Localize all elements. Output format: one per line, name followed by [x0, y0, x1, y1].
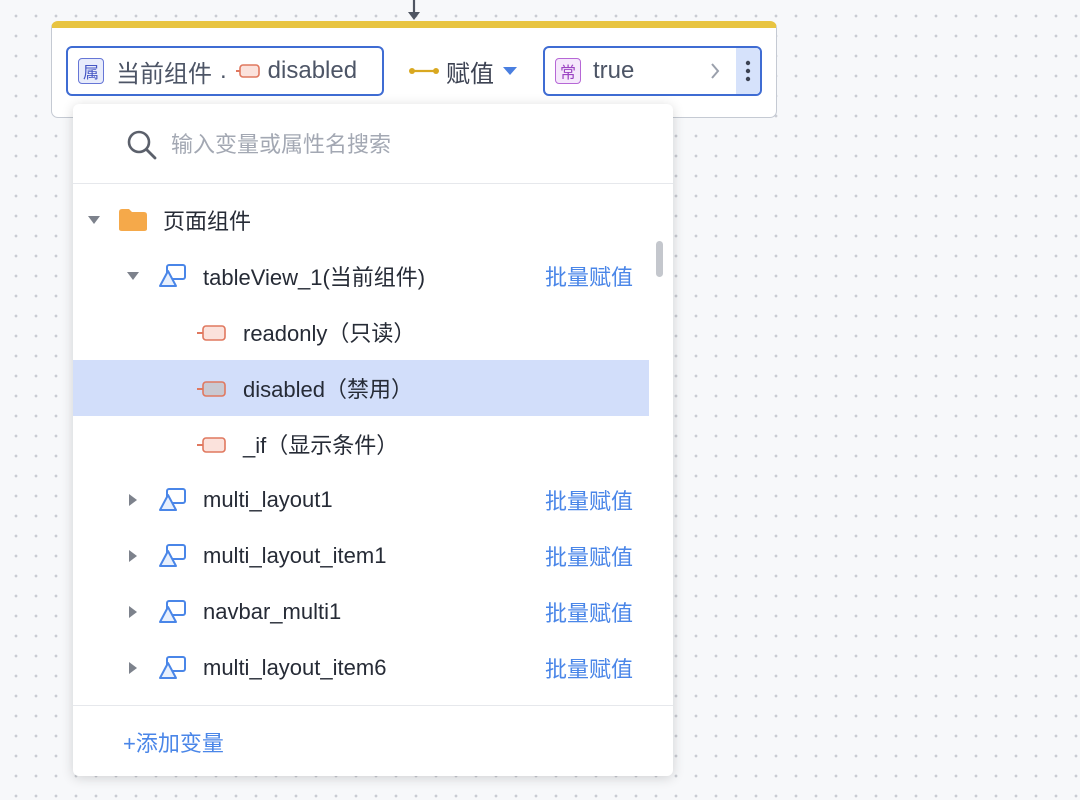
constant-badge: 常 — [555, 58, 581, 84]
add-variable-link[interactable]: +添加变量 — [123, 726, 224, 758]
tree-item-tableview-1[interactable]: tableView_1(当前组件) 批量赋值 — [73, 248, 649, 304]
tree-item-multi-layout-item6[interactable]: multi_layout_item6 批量赋值 — [73, 640, 649, 696]
batch-assign-link[interactable]: 批量赋值 — [545, 484, 633, 516]
property-icon — [197, 381, 226, 397]
tree-group-label: 页面组件 — [163, 209, 252, 234]
attribute-badge: 属 — [78, 58, 104, 84]
search-icon — [127, 130, 157, 160]
component-icon — [159, 600, 186, 623]
tree-item-label: navbar_multi1 — [203, 599, 342, 624]
value-label: true — [593, 57, 635, 84]
variable-tree: 页面组件 tableView_1(当前组件) 批量赋值 readonly（只读） — [73, 192, 649, 702]
property-separator: . — [220, 57, 227, 84]
tree-item-multi-layout1[interactable]: multi_layout1 批量赋值 — [73, 472, 649, 528]
property-icon — [235, 64, 260, 78]
caret-right-icon[interactable] — [126, 661, 140, 675]
property-icon — [197, 325, 226, 341]
operator-select[interactable]: 赋值 — [408, 54, 518, 88]
caret-right-icon[interactable] — [126, 493, 140, 507]
tree-property-disabled[interactable]: disabled（禁用） — [73, 360, 649, 416]
operator-label: 赋值 — [446, 60, 494, 88]
caret-down-icon — [503, 67, 517, 75]
target-property-label: disabled — [267, 57, 358, 84]
caret-down-icon[interactable] — [87, 213, 101, 227]
tree-item-label: tableView_1(当前组件) — [203, 265, 426, 290]
tree-property-label: _if（显示条件） — [243, 433, 399, 458]
tree-item-label: multi_layout_item6 — [203, 655, 387, 680]
batch-assign-link[interactable]: 批量赋值 — [545, 540, 633, 572]
target-variable-chip[interactable]: 属 当前组件 . disabled — [66, 46, 384, 96]
search-bar — [73, 104, 673, 184]
caret-right-icon[interactable] — [126, 605, 140, 619]
tree-scrollbar[interactable] — [656, 241, 663, 277]
target-object-label: 当前组件 — [116, 60, 212, 88]
tree-property-label: readonly（只读） — [243, 321, 416, 346]
dropdown-footer: +添加变量 — [73, 705, 673, 776]
batch-assign-link[interactable]: 批量赋值 — [545, 652, 633, 684]
component-icon — [159, 264, 186, 287]
more-vertical-icon — [745, 60, 751, 82]
batch-assign-link[interactable]: 批量赋值 — [545, 260, 633, 292]
tree-item-label: multi_layout_item1 — [203, 543, 387, 568]
tree-item-multi-layout-item1[interactable]: multi_layout_item1 批量赋值 — [73, 528, 649, 584]
caret-right-icon[interactable] — [126, 549, 140, 563]
search-input[interactable] — [169, 124, 633, 166]
component-icon — [159, 656, 186, 679]
more-options-button[interactable] — [736, 48, 760, 94]
tree-property-if[interactable]: _if（显示条件） — [73, 416, 649, 472]
caret-down-icon[interactable] — [126, 269, 140, 283]
tree-item-navbar-multi1[interactable]: navbar_multi1 批量赋值 — [73, 584, 649, 640]
variable-picker-dropdown: 页面组件 tableView_1(当前组件) 批量赋值 readonly（只读） — [73, 104, 673, 776]
property-icon — [197, 437, 226, 453]
folder-icon — [119, 209, 147, 231]
value-chip[interactable]: 常 true — [543, 46, 762, 96]
assign-link-icon — [409, 68, 439, 74]
tree-property-readonly[interactable]: readonly（只读） — [73, 304, 649, 360]
chevron-right-icon[interactable] — [708, 61, 722, 81]
tree-group-page-components[interactable]: 页面组件 — [73, 192, 649, 248]
tree-item-label: multi_layout1 — [203, 487, 333, 512]
connector-arrow-icon — [408, 0, 420, 20]
component-icon — [159, 544, 186, 567]
tree-property-label: disabled（禁用） — [243, 377, 413, 402]
batch-assign-link[interactable]: 批量赋值 — [545, 596, 633, 628]
component-icon — [159, 488, 186, 511]
